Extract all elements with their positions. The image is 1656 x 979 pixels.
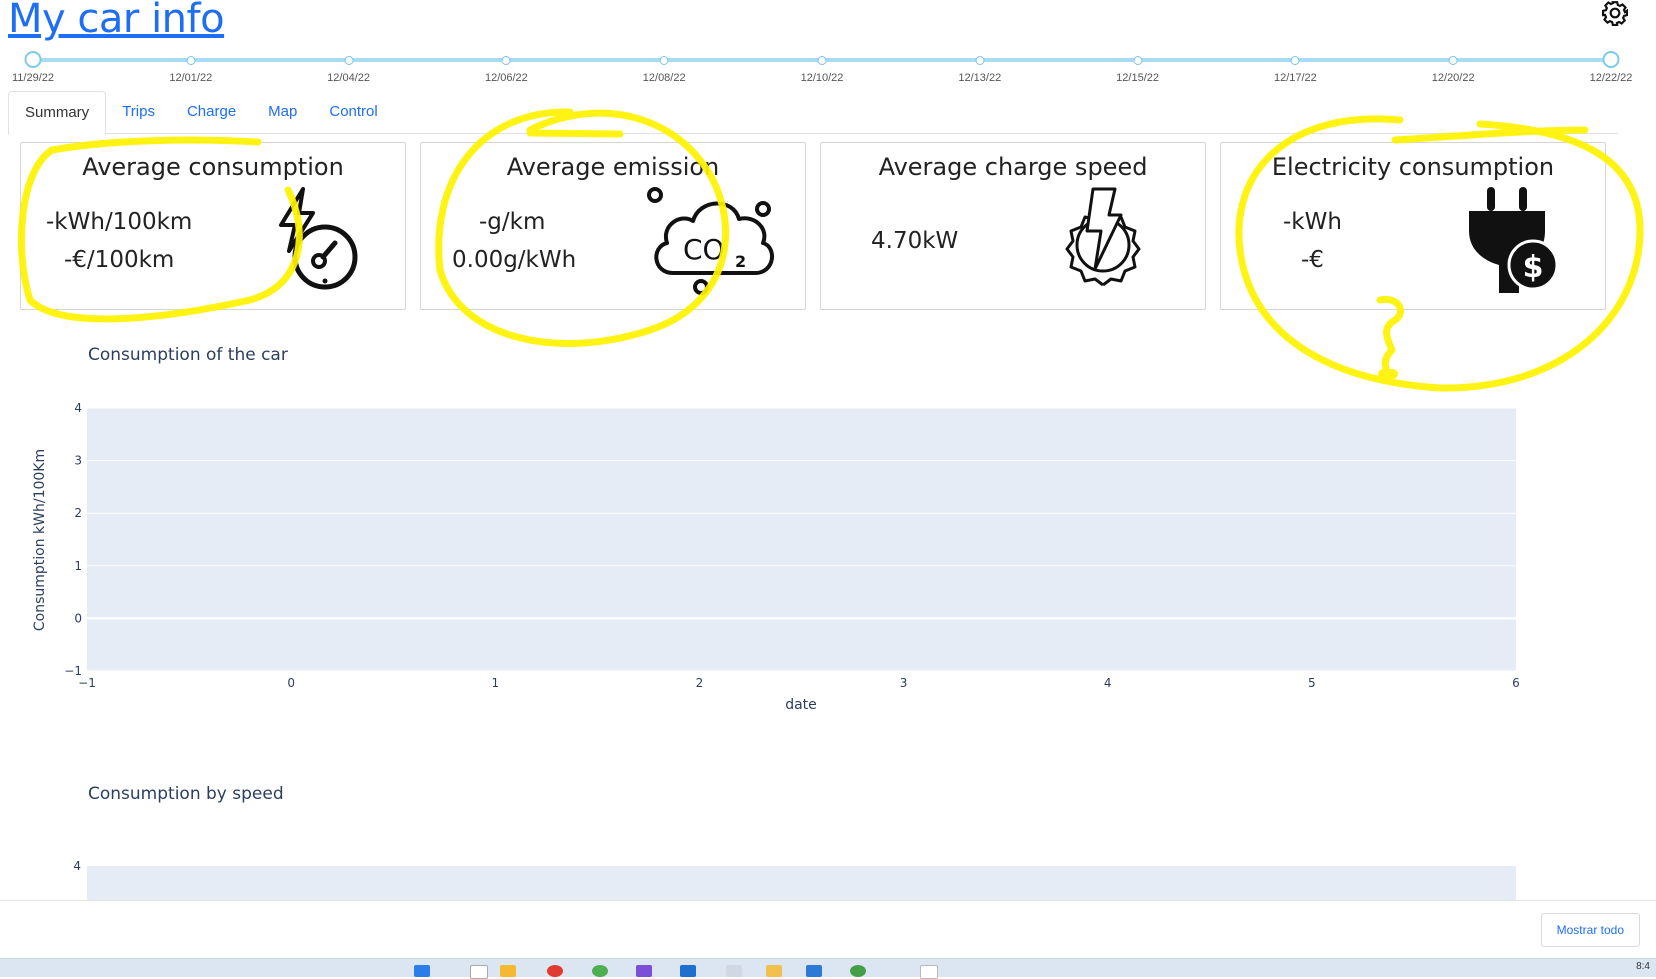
consumption-kwh-value: -kWh/100km — [46, 209, 193, 235]
y-tick-label: 1 — [74, 559, 82, 573]
slider-mark-label[interactable]: 12/20/22 — [1432, 72, 1475, 84]
tab-trips[interactable]: Trips — [106, 91, 171, 133]
slider-handle-end[interactable] — [1602, 51, 1620, 68]
slider-mark-label[interactable]: 12/17/22 — [1274, 72, 1317, 84]
bottom-bar: Mostrar todo — [0, 900, 1656, 959]
tab-control[interactable]: Control — [313, 91, 393, 133]
y-tick-label: 3 — [74, 454, 82, 468]
file-explorer-icon[interactable] — [500, 965, 516, 977]
app-title[interactable]: My car info — [8, 0, 225, 42]
x-tick-label: 5 — [1308, 676, 1316, 690]
card-title: Average consumption — [82, 153, 344, 181]
slider-mark-label[interactable]: 12/13/22 — [958, 72, 1001, 84]
y-tick-label: 4 — [73, 860, 81, 873]
tab-charge[interactable]: Charge — [171, 91, 252, 133]
card-average-emission: Average emission -g/km 0.00g/kWh CO 2 — [420, 142, 806, 310]
tab-map[interactable]: Map — [252, 91, 313, 133]
plot-area[interactable] — [87, 408, 1516, 671]
plot-area[interactable] — [87, 866, 1516, 900]
slider-step-dot[interactable] — [344, 56, 354, 65]
electricity-kwh-value: -kWh — [1283, 209, 1342, 235]
y-tick-label: 4 — [74, 401, 82, 415]
slider-mark-label[interactable]: 12/22/22 — [1590, 72, 1633, 84]
slider-handle-start[interactable] — [24, 51, 42, 68]
x-tick-label: 2 — [696, 676, 704, 690]
svg-text:CO: CO — [683, 233, 725, 266]
tab-summary[interactable]: Summary — [8, 91, 107, 135]
os-taskbar: 8:4 — [0, 958, 1656, 979]
slider-mark-label[interactable]: 11/29/22 — [12, 72, 54, 84]
card-title: Average emission — [506, 153, 720, 181]
consumption-cost-value: -€/100km — [64, 247, 175, 273]
y-axis-label: Consumption kWh/100Km — [32, 449, 48, 631]
slider-step-dot[interactable] — [1133, 56, 1143, 65]
card-electricity-consumption: Electricity consumption -kWh -€ $ — [1220, 142, 1606, 310]
plug-dollar-icon: $ — [1469, 187, 1559, 293]
chat-icon[interactable] — [850, 965, 866, 977]
slider-mark-label[interactable]: 12/04/22 — [327, 72, 370, 84]
card-average-consumption: Average consumption -kWh/100km -€/100km — [20, 142, 406, 310]
outlook-icon[interactable] — [680, 965, 696, 977]
y-tick-label: 0 — [74, 611, 82, 625]
electricity-cost-value: -€ — [1301, 247, 1324, 273]
gear-lightning-icon — [1065, 187, 1141, 287]
show-all-button[interactable]: Mostrar todo — [1540, 913, 1640, 947]
app-icon[interactable] — [806, 965, 822, 977]
x-tick-label: 4 — [1104, 676, 1112, 690]
speedometer-lightning-icon — [279, 187, 358, 290]
calendar-icon[interactable] — [920, 965, 938, 979]
card-title: Electricity consumption — [1271, 153, 1555, 181]
slider-mark-label[interactable]: 12/01/22 — [169, 72, 212, 84]
x-tick-label: −1 — [78, 676, 96, 690]
emission-per-km-value: -g/km — [479, 209, 546, 235]
x-tick-label: 6 — [1512, 676, 1520, 690]
tab-bar: Summary Trips Charge Map Control — [8, 91, 1618, 135]
card-title: Average charge speed — [878, 153, 1148, 181]
slider-step-dot[interactable] — [817, 56, 827, 65]
visual-studio-icon[interactable] — [636, 965, 652, 977]
emission-per-kwh-value: 0.00g/kWh — [452, 247, 577, 273]
x-tick-label: 3 — [900, 676, 908, 690]
search-icon[interactable] — [470, 965, 488, 979]
windows-start-icon[interactable] — [414, 965, 430, 977]
x-axis-label: date — [785, 697, 817, 713]
svg-text:$: $ — [1523, 250, 1544, 285]
chart-title-speed: Consumption by speed — [88, 784, 284, 804]
slider-step-dot[interactable] — [501, 56, 511, 65]
consumption-speed-chart[interactable]: 4 — [30, 860, 1590, 900]
co2-cloud-icon: CO 2 — [647, 187, 774, 295]
y-tick-label: 2 — [74, 506, 82, 520]
x-tick-label: 0 — [287, 676, 295, 690]
app-icon[interactable] — [592, 965, 608, 977]
svg-text:2: 2 — [735, 252, 746, 271]
notepad-icon[interactable] — [726, 965, 742, 977]
browser-icon[interactable] — [547, 965, 563, 977]
folder-icon[interactable] — [766, 965, 782, 977]
slider-mark-label[interactable]: 12/06/22 — [485, 72, 528, 84]
slider-mark-label[interactable]: 12/08/22 — [643, 72, 686, 84]
slider-mark-label[interactable]: 12/15/22 — [1116, 72, 1159, 84]
slider-step-dot[interactable] — [1448, 56, 1458, 65]
settings-gear-icon[interactable] — [1602, 0, 1628, 26]
slider-mark-label[interactable]: 12/10/22 — [801, 72, 844, 84]
date-range-slider[interactable]: 11/29/22 12/01/22 12/04/22 12/06/22 12/08/22… — [0, 44, 1656, 94]
slider-step-dot[interactable] — [975, 56, 985, 65]
x-tick-label: 1 — [491, 676, 499, 690]
slider-step-dot[interactable] — [1290, 56, 1300, 65]
slider-step-dot[interactable] — [186, 56, 196, 65]
chart-title-car: Consumption of the car — [88, 345, 288, 365]
taskbar-clock: 8:4 — [1636, 961, 1650, 972]
consumption-car-chart[interactable]: −101234 −1 0 1 2 3 4 5 6 date Consumption kWh/1… — [30, 400, 1590, 740]
charge-speed-value: 4.70kW — [871, 228, 959, 254]
card-average-charge-speed: Average charge speed 4.70kW — [820, 142, 1206, 310]
slider-step-dot[interactable] — [659, 56, 669, 65]
